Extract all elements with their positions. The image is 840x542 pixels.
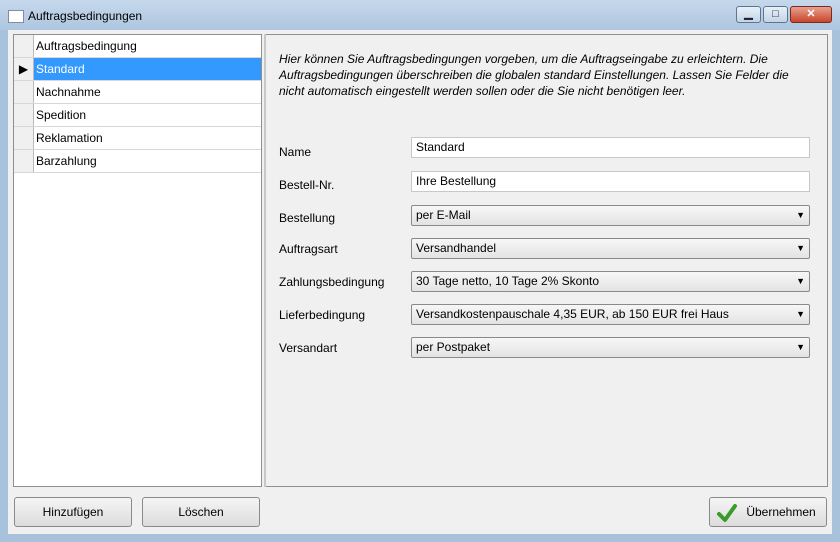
close-icon: ✕ [806,8,816,20]
maximize-icon: □ [772,8,779,20]
row-selected-icon: ▶ [14,58,34,80]
auftragsart-label: Auftragsart [279,242,338,256]
details-panel [266,34,828,487]
client-area: Auftragsbedingung ▶ Standard Nachnahme S… [8,30,832,534]
zahlung-value: 30 Tage netto, 10 Tage 2% Skonto [416,274,600,288]
auftragsart-select[interactable]: Versandhandel ▼ [411,238,810,259]
versandart-value: per Postpaket [416,340,491,354]
bestellnr-field[interactable]: Ihre Bestellung [411,171,810,192]
name-label: Name [279,145,312,159]
add-button[interactable]: Hinzufügen [14,497,132,527]
bestellnr-label: Bestell-Nr. [279,178,335,192]
liefer-label: Lieferbedingung [279,308,366,322]
name-field[interactable]: Standard [411,137,810,158]
apply-label: Übernehmen [746,505,816,519]
list-item[interactable]: ▶ Standard [14,58,261,81]
minimize-button[interactable]: ▁ [736,6,761,23]
dropdown-arrow-icon: ▼ [796,342,805,352]
checkmark-icon [717,504,737,522]
list-header: Auftragsbedingung [14,35,261,58]
window: Auftragsbedingungen ▁ □ ✕ Auftragsbeding… [0,0,840,542]
minimize-icon: ▁ [744,8,753,20]
zahlung-select[interactable]: 30 Tage netto, 10 Tage 2% Skonto ▼ [411,271,810,292]
bestellung-label: Bestellung [279,211,336,225]
list-item[interactable]: Nachnahme [14,81,261,104]
app-icon [8,10,24,23]
delete-button[interactable]: Löschen [142,497,260,527]
maximize-button[interactable]: □ [763,6,788,23]
versandart-label: Versandart [279,341,338,355]
apply-button[interactable]: Übernehmen [709,497,827,527]
description-text: Hier können Sie Auftragsbedingungen vorg… [279,52,789,98]
dropdown-arrow-icon: ▼ [796,210,805,220]
zahlung-label: Zahlungsbedingung [279,275,385,289]
dropdown-arrow-icon: ▼ [796,243,805,253]
versandart-select[interactable]: per Postpaket ▼ [411,337,810,358]
auftragsart-value: Versandhandel [416,241,497,255]
dropdown-arrow-icon: ▼ [796,309,805,319]
liefer-value: Versandkostenpauschale 4,35 EUR, ab 150 … [416,307,729,321]
list-item[interactable]: Barzahlung [14,150,261,173]
list-item[interactable]: Reklamation [14,127,261,150]
bestellung-value: per E-Mail [416,208,471,222]
dropdown-arrow-icon: ▼ [796,276,805,286]
liefer-select[interactable]: Versandkostenpauschale 4,35 EUR, ab 150 … [411,304,810,325]
window-title: Auftragsbedingungen [28,9,143,23]
close-button[interactable]: ✕ [790,6,832,23]
conditions-list[interactable]: Auftragsbedingung ▶ Standard Nachnahme S… [13,34,262,487]
title-bar[interactable]: Auftragsbedingungen ▁ □ ✕ [0,0,840,30]
list-item[interactable]: Spedition [14,104,261,127]
bestellung-select[interactable]: per E-Mail ▼ [411,205,810,226]
